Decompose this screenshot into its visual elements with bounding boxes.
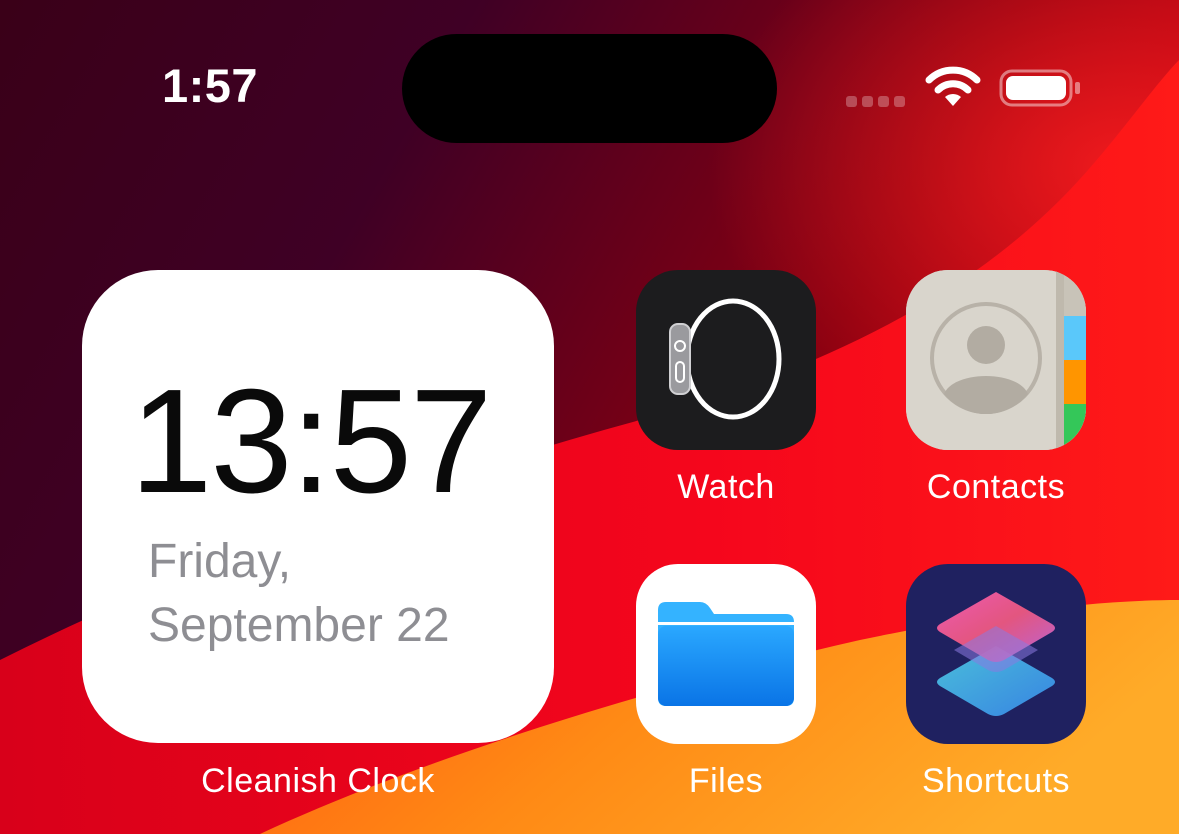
app-contacts-label: Contacts [926, 468, 1066, 506]
widget-day: Friday, [148, 535, 292, 588]
watch-icon [669, 298, 782, 420]
app-files-label: Files [688, 762, 764, 800]
shortcuts-icon [937, 592, 1055, 716]
app-watch[interactable] [636, 270, 816, 450]
status-bar-time: 1:57 [162, 59, 259, 112]
clock-widget[interactable]: 13:57 Friday, September 22 [82, 270, 554, 743]
app-shortcuts[interactable] [906, 564, 1086, 744]
contacts-icon [906, 270, 1086, 450]
widget-date: September 22 [148, 599, 450, 652]
files-icon [658, 602, 794, 706]
app-shortcuts-label: Shortcuts [921, 762, 1071, 800]
dynamic-island [402, 34, 777, 143]
wifi-icon [925, 66, 981, 106]
widget-label: Cleanish Clock [201, 762, 435, 800]
app-contacts[interactable] [906, 270, 1086, 450]
battery-icon [999, 69, 1080, 107]
app-watch-label: Watch [677, 468, 775, 506]
app-files[interactable] [636, 564, 816, 744]
cellular-signal-icon [846, 96, 906, 108]
widget-time: 13:57 [130, 359, 492, 524]
